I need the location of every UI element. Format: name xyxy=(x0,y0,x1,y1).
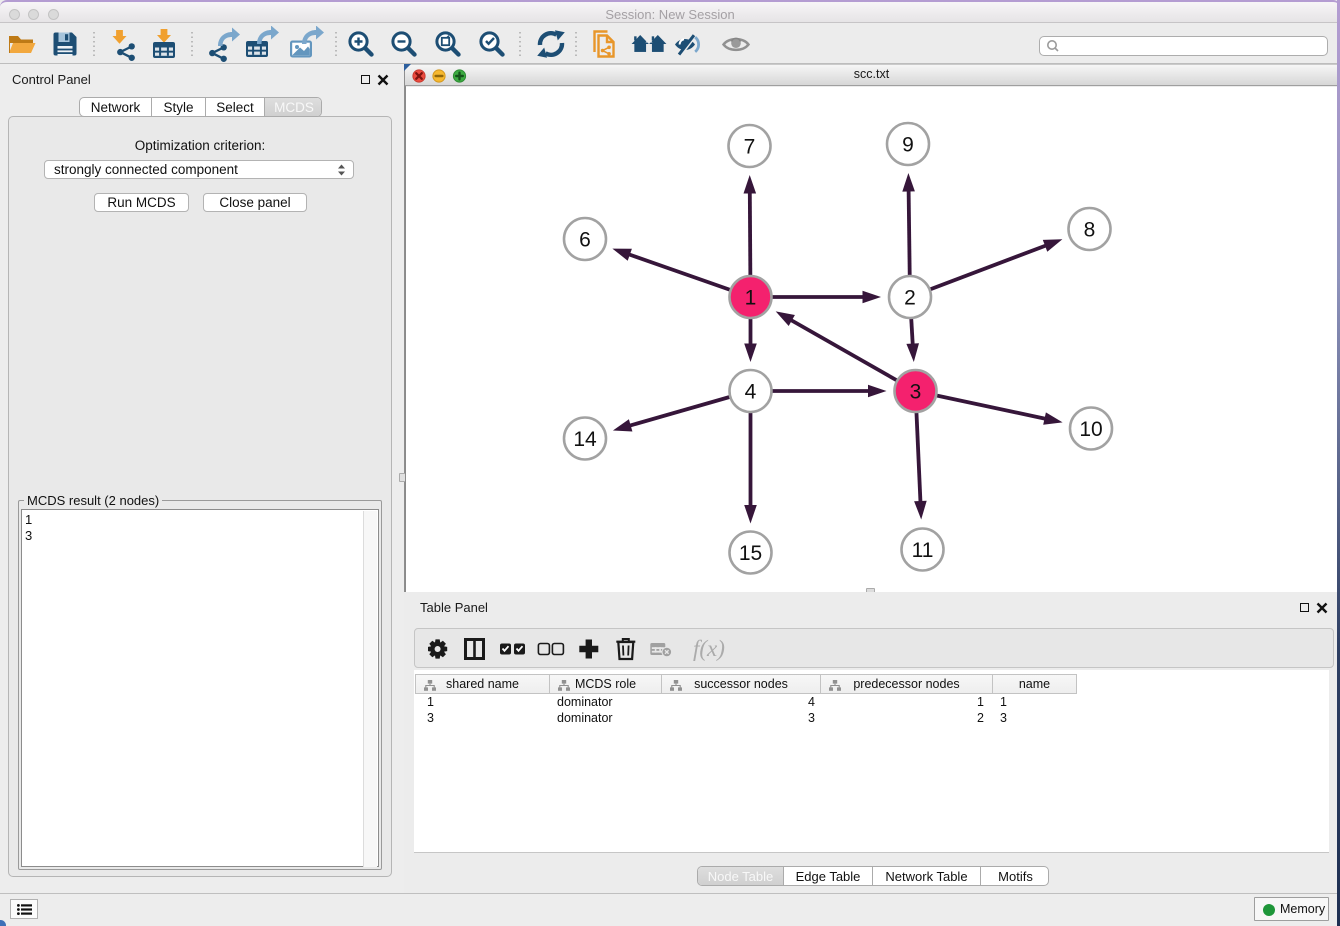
svg-text:6: 6 xyxy=(579,229,591,252)
svg-text:8: 8 xyxy=(1084,219,1096,242)
svg-text:2: 2 xyxy=(904,287,916,310)
svg-text:7: 7 xyxy=(744,136,756,159)
svg-text:f(x): f(x) xyxy=(693,636,725,661)
svg-text:4: 4 xyxy=(745,381,757,404)
svg-text:9: 9 xyxy=(902,134,914,157)
svg-text:11: 11 xyxy=(912,539,934,562)
svg-text:15: 15 xyxy=(739,542,762,565)
svg-text:1: 1 xyxy=(745,287,757,310)
svg-text:14: 14 xyxy=(573,428,597,451)
svg-text:10: 10 xyxy=(1079,418,1102,441)
svg-text:3: 3 xyxy=(910,381,922,404)
